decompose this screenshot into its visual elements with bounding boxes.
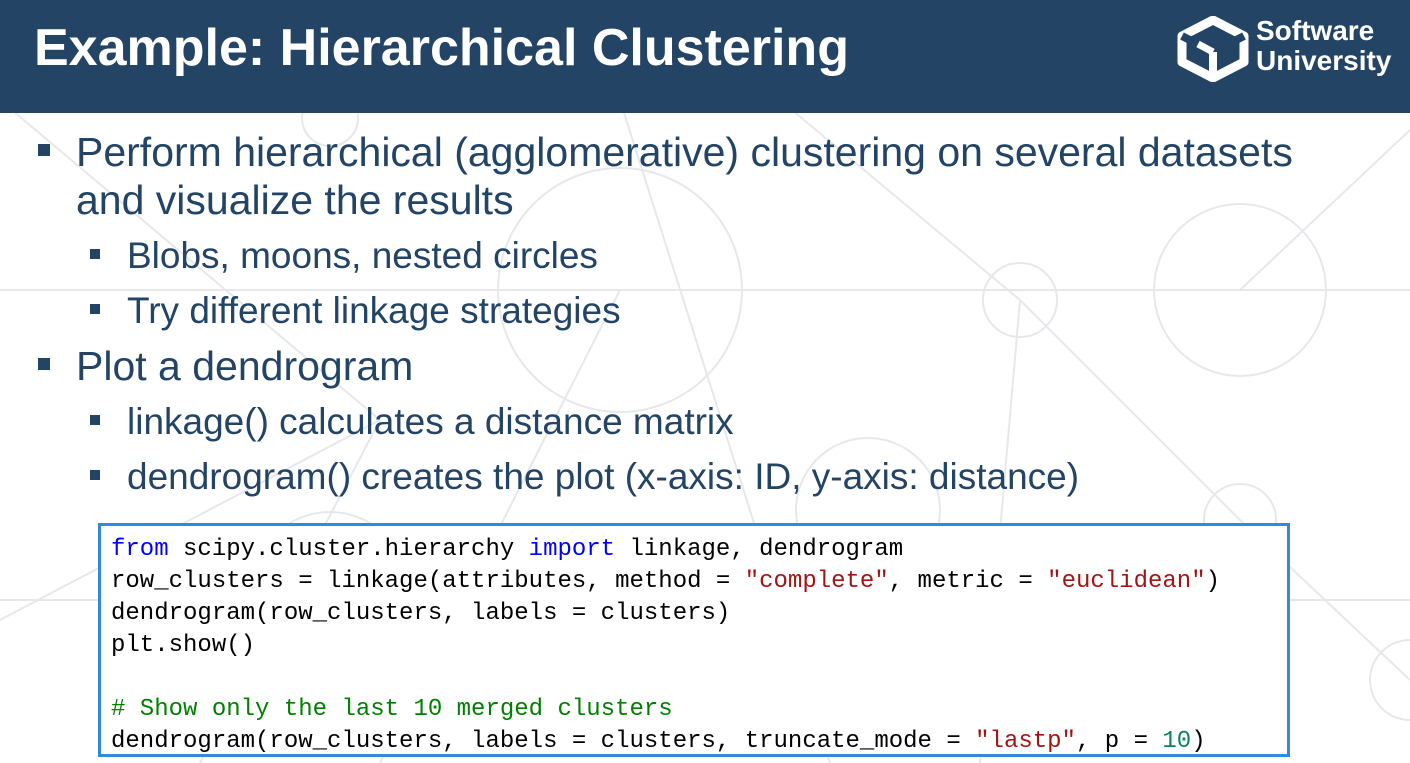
bullet-perform-clustering-line1: Perform hierarchical (agglomerative) clu… bbox=[76, 129, 1293, 175]
code-text: scipy.cluster.hierarchy bbox=[168, 536, 529, 563]
slide: Example: Hierarchical Clustering Softwar… bbox=[0, 0, 1410, 763]
code-keyword: import bbox=[528, 536, 616, 563]
bullet-perform-clustering-line2: and visualize the results bbox=[76, 177, 514, 223]
code-line-show: plt.show() bbox=[111, 632, 256, 659]
code-text: dendrogram(row_clusters, labels = cluste… bbox=[111, 728, 976, 755]
bullet-marker bbox=[90, 470, 100, 480]
bullet-linkage-function: linkage() calculates a distance matrix bbox=[127, 401, 734, 442]
bullet-marker bbox=[38, 358, 50, 370]
logo-line-software: Software bbox=[1256, 15, 1375, 46]
code-line-linkage: row_clusters = linkage(attributes, metho… bbox=[111, 566, 1287, 598]
code-line-comment: # Show only the last 10 merged clusters bbox=[111, 696, 673, 723]
slide-header: Example: Hierarchical Clustering Softwar… bbox=[0, 0, 1410, 113]
logo-wordmark: Software University bbox=[1256, 16, 1391, 76]
code-string: "complete" bbox=[744, 568, 889, 595]
code-keyword: from bbox=[111, 536, 169, 563]
code-line-import: from scipy.cluster.hierarchy import link… bbox=[111, 534, 1287, 566]
bullet-marker bbox=[90, 304, 100, 314]
code-text: row_clusters = linkage(attributes, metho… bbox=[111, 568, 745, 595]
code-line-dendrogram-truncated: dendrogram(row_clusters, labels = cluste… bbox=[111, 726, 1287, 758]
bullet-marker bbox=[90, 249, 100, 259]
code-line-dendrogram: dendrogram(row_clusters, labels = cluste… bbox=[111, 600, 731, 627]
code-string: "euclidean" bbox=[1047, 568, 1206, 595]
code-text: ) bbox=[1191, 728, 1206, 755]
bullet-blobs-moons: Blobs, moons, nested circles bbox=[127, 235, 598, 276]
code-text: ) bbox=[1205, 568, 1221, 595]
code-block: from scipy.cluster.hierarchy import link… bbox=[98, 523, 1290, 757]
software-university-logo: Software University bbox=[1176, 14, 1406, 84]
bullet-linkage-strategies: Try different linkage strategies bbox=[127, 290, 621, 331]
code-number: 10 bbox=[1162, 728, 1192, 755]
code-string: "lastp" bbox=[975, 728, 1076, 755]
bullet-marker bbox=[38, 144, 50, 156]
code-text: linkage, dendrogram bbox=[615, 536, 904, 563]
logo-line-university: University bbox=[1256, 45, 1392, 76]
bullet-dendrogram-function: dendrogram() creates the plot (x-axis: I… bbox=[127, 456, 1080, 497]
bullet-plot-dendrogram: Plot a dendrogram bbox=[76, 343, 414, 389]
softuni-logo-icon bbox=[1177, 16, 1249, 82]
code-text: , p = bbox=[1075, 728, 1163, 755]
bullet-marker bbox=[90, 415, 100, 425]
slide-title: Example: Hierarchical Clustering bbox=[34, 19, 849, 77]
code-text: , metric = bbox=[888, 568, 1048, 595]
